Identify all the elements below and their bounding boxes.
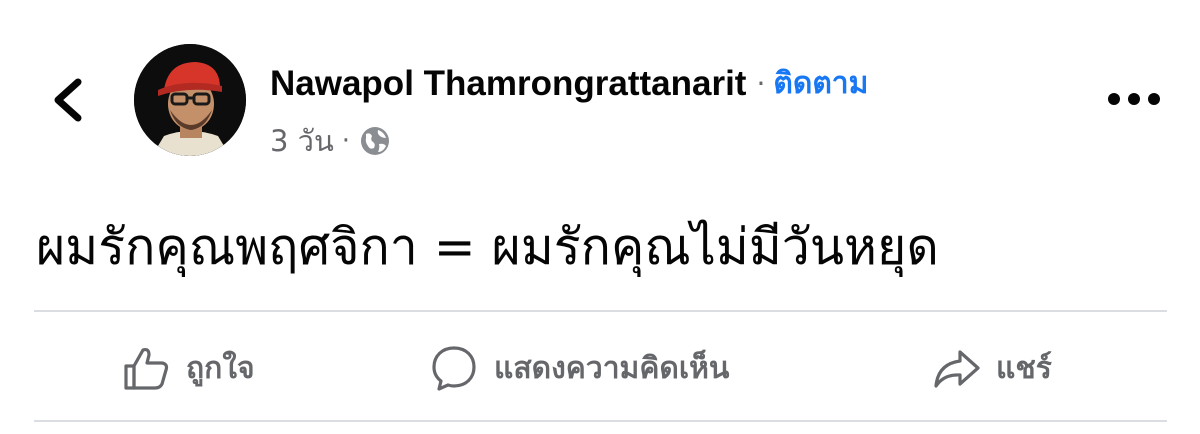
profile-photo — [134, 44, 246, 156]
author-line: Nawapol Thamrongrattanarit · ติดตาม — [270, 60, 868, 107]
comment-button[interactable]: แสดงความคิดเห็น — [430, 330, 729, 406]
share-button[interactable]: แชร์ — [932, 330, 1052, 406]
like-label: ถูกใจ — [186, 350, 255, 386]
post-meta: 3 วัน · — [270, 118, 392, 164]
author-name[interactable]: Nawapol Thamrongrattanarit — [270, 64, 746, 104]
comment-label: แสดงความคิดเห็น — [494, 350, 730, 386]
divider — [34, 310, 1167, 312]
more-dots-icon — [1128, 93, 1140, 105]
share-label: แชร์ — [996, 350, 1052, 386]
divider — [34, 420, 1167, 422]
meta-separator: · — [341, 126, 351, 156]
post-text: ผมรักคุณพฤศจิกา = ผมรักคุณไม่มีวันหยุด — [36, 218, 939, 276]
comment-icon — [432, 346, 476, 391]
more-options-button[interactable] — [1108, 88, 1160, 110]
globe-icon — [361, 127, 390, 155]
separator-dot: · — [756, 67, 766, 100]
action-bar: ถูกใจ แสดงความคิดเห็น แชร์ — [0, 330, 1200, 410]
follow-button[interactable]: ติดตาม — [773, 60, 868, 107]
avatar[interactable] — [134, 44, 246, 156]
chevron-left-icon — [54, 78, 82, 122]
post-time[interactable]: 3 วัน — [270, 118, 334, 164]
thumbs-up-icon — [124, 347, 169, 390]
back-button[interactable] — [44, 74, 92, 126]
more-dots-icon — [1108, 93, 1120, 105]
share-icon — [934, 350, 980, 388]
like-button[interactable]: ถูกใจ — [122, 330, 255, 406]
more-dots-icon — [1148, 93, 1160, 105]
